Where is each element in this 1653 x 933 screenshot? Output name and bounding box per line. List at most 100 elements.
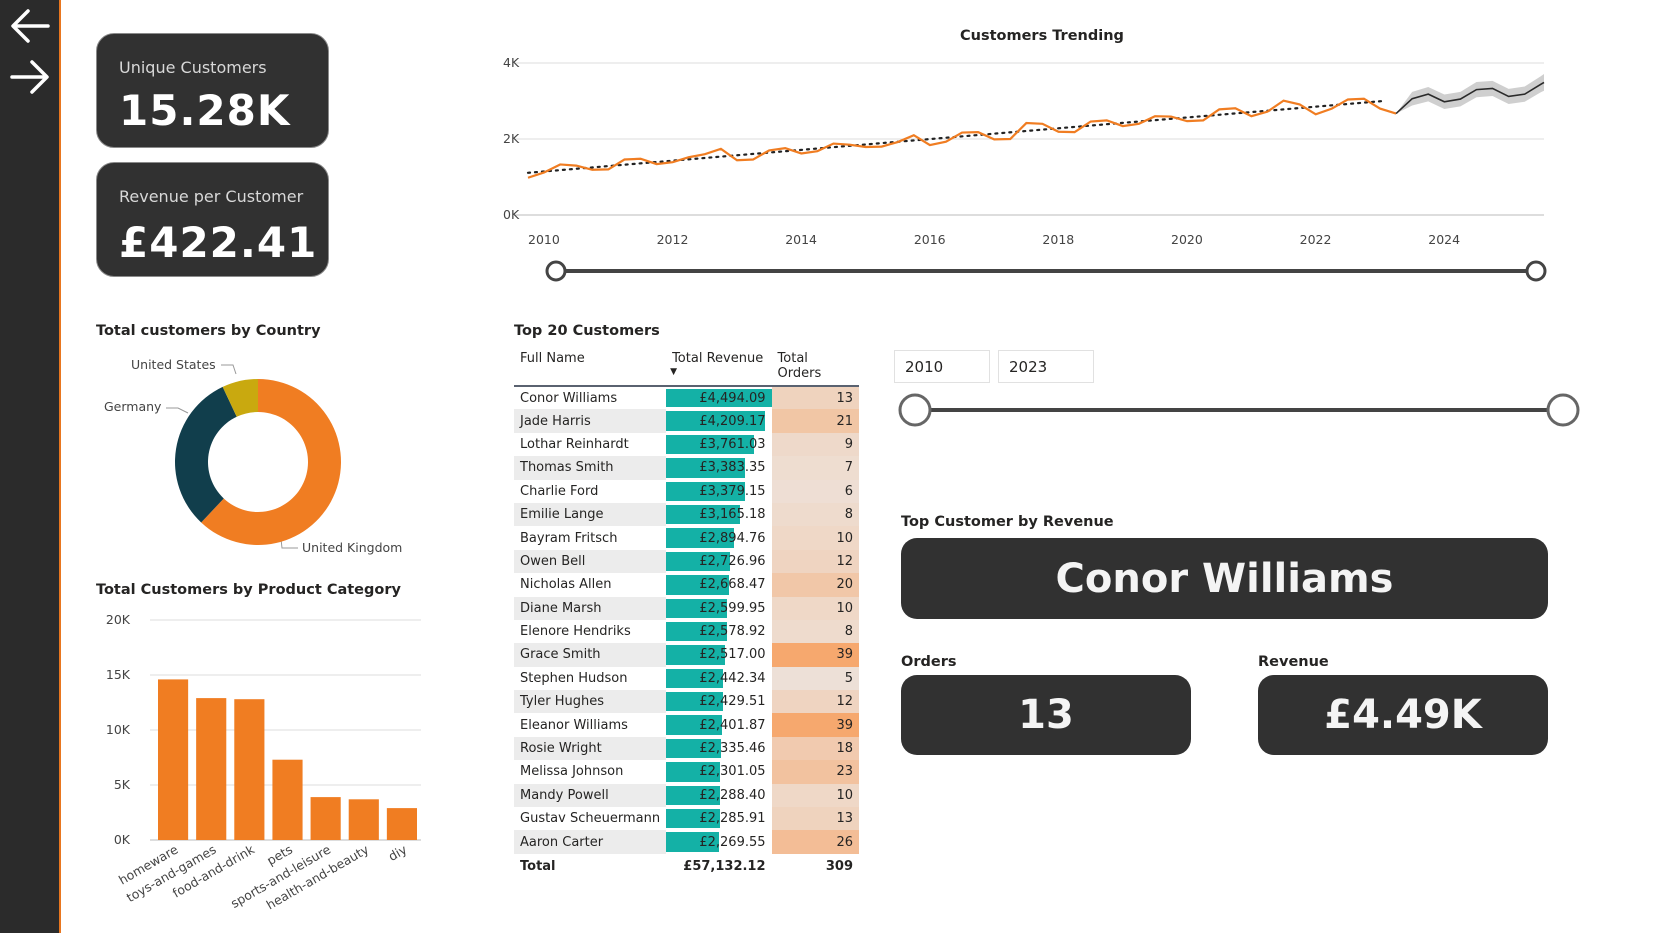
arrow-right-icon[interactable] bbox=[8, 55, 52, 99]
x-tick-label: 2016 bbox=[914, 232, 946, 247]
row-full-name: Charlie Ford bbox=[520, 483, 599, 499]
top20-table: Full Name Total Revenue ▼ Total Orders C… bbox=[514, 347, 859, 880]
row-total-revenue: £3,383.35 bbox=[666, 456, 771, 479]
row-total-revenue: £2,335.46 bbox=[666, 737, 771, 760]
table-row[interactable]: Eleanor Williams £2,401.87 39 bbox=[514, 713, 859, 737]
row-full-name: Stephen Hudson bbox=[520, 670, 628, 686]
row-total-orders: 6 bbox=[771, 479, 859, 503]
revenue-text: £2,269.55 bbox=[699, 834, 766, 850]
col-total-revenue-label: Total Revenue bbox=[672, 351, 764, 366]
revenue-text: £2,335.46 bbox=[699, 741, 766, 757]
year-slider-handle-start[interactable] bbox=[898, 393, 932, 427]
y-tick-label: 4K bbox=[503, 55, 520, 70]
revenue-text: £2,894.76 bbox=[699, 530, 766, 546]
revenue-text: £2,285.91 bbox=[699, 811, 766, 827]
total-revenue: £57,132.12 bbox=[683, 859, 766, 875]
row-full-name: Emilie Lange bbox=[514, 502, 667, 527]
x-tick-label: 2022 bbox=[1300, 232, 1332, 247]
nav-sidebar bbox=[0, 0, 61, 933]
row-total-revenue: £3,761.03 bbox=[666, 433, 771, 456]
row-total-revenue: £2,668.47 bbox=[666, 573, 771, 596]
y-tick-label: 0K bbox=[114, 832, 131, 847]
table-row[interactable]: Lothar Reinhardt £3,761.03 9 bbox=[514, 432, 859, 457]
row-total-orders: 10 bbox=[771, 526, 859, 550]
bar-toys-and-games[interactable] bbox=[196, 698, 227, 840]
x-tick-label: 2010 bbox=[528, 232, 560, 247]
revenue-text: £2,517.00 bbox=[699, 647, 766, 663]
x-tick-label: 2020 bbox=[1171, 232, 1203, 247]
revenue-card: £4.49K bbox=[1258, 675, 1548, 755]
row-total-revenue: £3,379.15 bbox=[666, 480, 771, 503]
row-total-orders: 10 bbox=[771, 783, 859, 808]
year-to-input[interactable]: 2023 bbox=[998, 350, 1094, 383]
row-total-revenue: £2,301.05 bbox=[666, 760, 771, 783]
row-total-revenue: £2,269.55 bbox=[666, 830, 771, 853]
table-row[interactable]: Thomas Smith £3,383.35 7 bbox=[514, 456, 859, 480]
table-row[interactable]: Rosie Wright £2,335.46 18 bbox=[514, 736, 859, 761]
col-total-orders[interactable]: Total Orders bbox=[772, 347, 859, 386]
y-tick-label: 10K bbox=[106, 722, 131, 737]
revenue-label: Revenue bbox=[1258, 654, 1329, 670]
table-row[interactable]: Conor Williams £4,494.09 13 bbox=[514, 386, 859, 410]
category-chart-title: Total Customers by Product Category bbox=[96, 582, 401, 598]
bar-homeware[interactable] bbox=[158, 679, 189, 840]
row-total-orders: 21 bbox=[771, 409, 859, 433]
revenue-text: £2,726.96 bbox=[699, 553, 766, 569]
table-row[interactable]: Stephen Hudson £2,442.34 5 bbox=[514, 666, 859, 691]
x-tick-label: 2012 bbox=[657, 232, 689, 247]
bar-diy[interactable] bbox=[386, 808, 417, 840]
bar-health-and-beauty[interactable] bbox=[348, 799, 379, 840]
col-full-name[interactable]: Full Name bbox=[514, 347, 666, 386]
table-row[interactable]: Owen Bell £2,726.96 12 bbox=[514, 549, 859, 574]
table-row[interactable]: Tyler Hughes £2,429.51 12 bbox=[514, 690, 859, 714]
row-total-revenue: £2,429.51 bbox=[666, 690, 771, 713]
row-full-name: Conor Williams bbox=[520, 390, 618, 406]
bar-pets[interactable] bbox=[272, 759, 303, 840]
table-row[interactable]: Nicholas Allen £2,668.47 20 bbox=[514, 573, 859, 597]
slider-handle-end[interactable] bbox=[1525, 260, 1547, 282]
label-united-states: United States bbox=[131, 357, 216, 372]
year-range-slider[interactable] bbox=[895, 392, 1590, 428]
row-total-orders: 20 bbox=[771, 573, 859, 597]
customers-trending-chart: 4K 2K 0K 2010 2012 2014 2016 2018 2020 2022 2024 bbox=[503, 55, 1545, 247]
row-full-name: Owen Bell bbox=[514, 549, 667, 574]
bar-sports-and-leisure[interactable] bbox=[310, 797, 341, 840]
table-row[interactable]: Emilie Lange £3,165.18 8 bbox=[514, 502, 859, 527]
top-customer-card: Conor Williams bbox=[901, 538, 1548, 619]
table-row[interactable]: Mandy Powell £2,288.40 10 bbox=[514, 783, 859, 808]
table-row[interactable]: Bayram Fritsch £2,894.76 10 bbox=[514, 526, 859, 550]
table-row[interactable]: Diane Marsh £2,599.95 10 bbox=[514, 596, 859, 620]
row-total-revenue: £2,894.76 bbox=[666, 526, 771, 549]
row-total-revenue: £3,165.18 bbox=[666, 503, 771, 526]
revenue-text: £2,301.05 bbox=[699, 764, 766, 780]
row-total-revenue: £2,285.91 bbox=[666, 807, 771, 830]
trend-date-slider[interactable] bbox=[540, 258, 1554, 284]
x-tick-label: 2014 bbox=[785, 232, 817, 247]
table-row[interactable]: Aaron Carter £2,269.55 26 bbox=[514, 830, 859, 854]
orders-value: 13 bbox=[1018, 692, 1074, 738]
x-tick-label: 2024 bbox=[1428, 232, 1460, 247]
table-row[interactable]: Elenore Hendriks £2,578.92 8 bbox=[514, 619, 859, 644]
year-from-input[interactable]: 2010 bbox=[894, 350, 990, 383]
table-row[interactable]: Jade Harris £4,209.17 21 bbox=[514, 409, 859, 433]
row-total-orders: 9 bbox=[771, 432, 859, 457]
revenue-text: £2,578.92 bbox=[699, 624, 766, 640]
bar-food-and-drink[interactable] bbox=[234, 699, 265, 840]
year-slider-handle-end[interactable] bbox=[1546, 393, 1580, 427]
col-total-revenue[interactable]: Total Revenue ▼ bbox=[666, 347, 771, 386]
table-row[interactable]: Gustav Scheuermann £2,285.91 13 bbox=[514, 807, 859, 831]
slider-handle-start[interactable] bbox=[545, 260, 567, 282]
row-full-name: Jade Harris bbox=[514, 409, 667, 433]
table-row[interactable]: Melissa Johnson £2,301.05 23 bbox=[514, 760, 859, 784]
row-total-revenue: £2,517.00 bbox=[666, 643, 771, 666]
arrow-left-icon[interactable] bbox=[8, 4, 52, 48]
product-category-bar-chart: 20K15K10K5K0Khomewaretoys-and-gamesfood-… bbox=[106, 612, 421, 912]
y-tick-label: 15K bbox=[106, 667, 131, 682]
row-total-revenue: £2,726.96 bbox=[666, 550, 771, 573]
row-full-name: Grace Smith bbox=[514, 643, 667, 667]
row-total-orders: 23 bbox=[771, 760, 859, 784]
trend-chart-title: Customers Trending bbox=[960, 28, 1124, 44]
total-orders: 309 bbox=[825, 859, 853, 875]
table-row[interactable]: Charlie Ford £3,379.15 6 bbox=[514, 479, 859, 503]
table-row[interactable]: Grace Smith £2,517.00 39 bbox=[514, 643, 859, 667]
